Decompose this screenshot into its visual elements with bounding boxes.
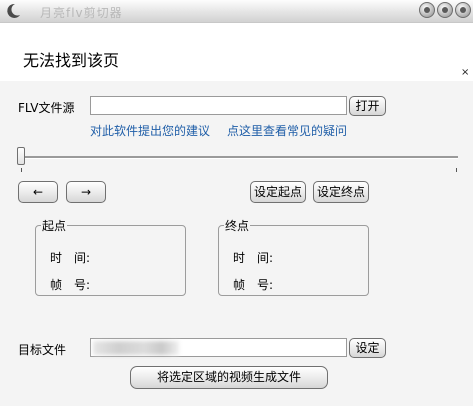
close-icon[interactable]: × [461, 68, 469, 78]
suggestion-link[interactable]: 对此软件提出您的建议 [90, 122, 210, 139]
window-title: 月亮flv剪切器 [40, 6, 123, 20]
moon-icon [7, 3, 20, 18]
redacted-path [93, 341, 179, 355]
slider-tick-start [21, 168, 22, 172]
start-time-label: 时 间: [50, 251, 91, 265]
notice-title: 无法找到该页 [23, 51, 120, 70]
set-target-button[interactable]: 设定 [349, 338, 386, 358]
open-button[interactable]: 打开 [349, 96, 386, 116]
source-file-input[interactable] [90, 96, 347, 115]
prev-frame-button[interactable]: ← [18, 181, 58, 203]
maximize-button[interactable] [437, 2, 453, 18]
set-end-button[interactable]: 设定终点 [313, 181, 369, 203]
start-point-group: 起点 时 间: 帧 号: [35, 217, 186, 296]
start-frame-label: 帧 号: [50, 278, 91, 292]
close-button[interactable] [455, 2, 471, 18]
next-frame-button[interactable]: → [66, 181, 106, 203]
start-group-title: 起点 [41, 217, 68, 234]
end-time-label: 时 间: [233, 251, 274, 265]
app-window: 月亮flv剪切器 无法找到该页 × FLV文件源 打开 对此软件提出您的建议 点… [0, 0, 473, 406]
minimize-button[interactable] [419, 2, 435, 18]
source-label: FLV文件源 [18, 101, 75, 115]
slider-tick-end [456, 168, 457, 172]
set-start-button[interactable]: 设定起点 [250, 181, 306, 203]
timeline-slider-thumb[interactable] [17, 147, 25, 165]
end-group-title: 终点 [224, 217, 251, 234]
timeline-slider-track[interactable] [18, 156, 458, 159]
faq-link[interactable]: 点这里查看常见的疑问 [227, 122, 347, 139]
end-frame-label: 帧 号: [233, 278, 274, 292]
error-notice-panel: 无法找到该页 [0, 23, 473, 81]
title-bar[interactable]: 月亮flv剪切器 [0, 0, 473, 23]
generate-file-button[interactable]: 将选定区域的视频生成文件 [130, 366, 328, 389]
end-point-group: 终点 时 间: 帧 号: [218, 217, 369, 296]
target-label: 目标文件 [18, 343, 67, 357]
